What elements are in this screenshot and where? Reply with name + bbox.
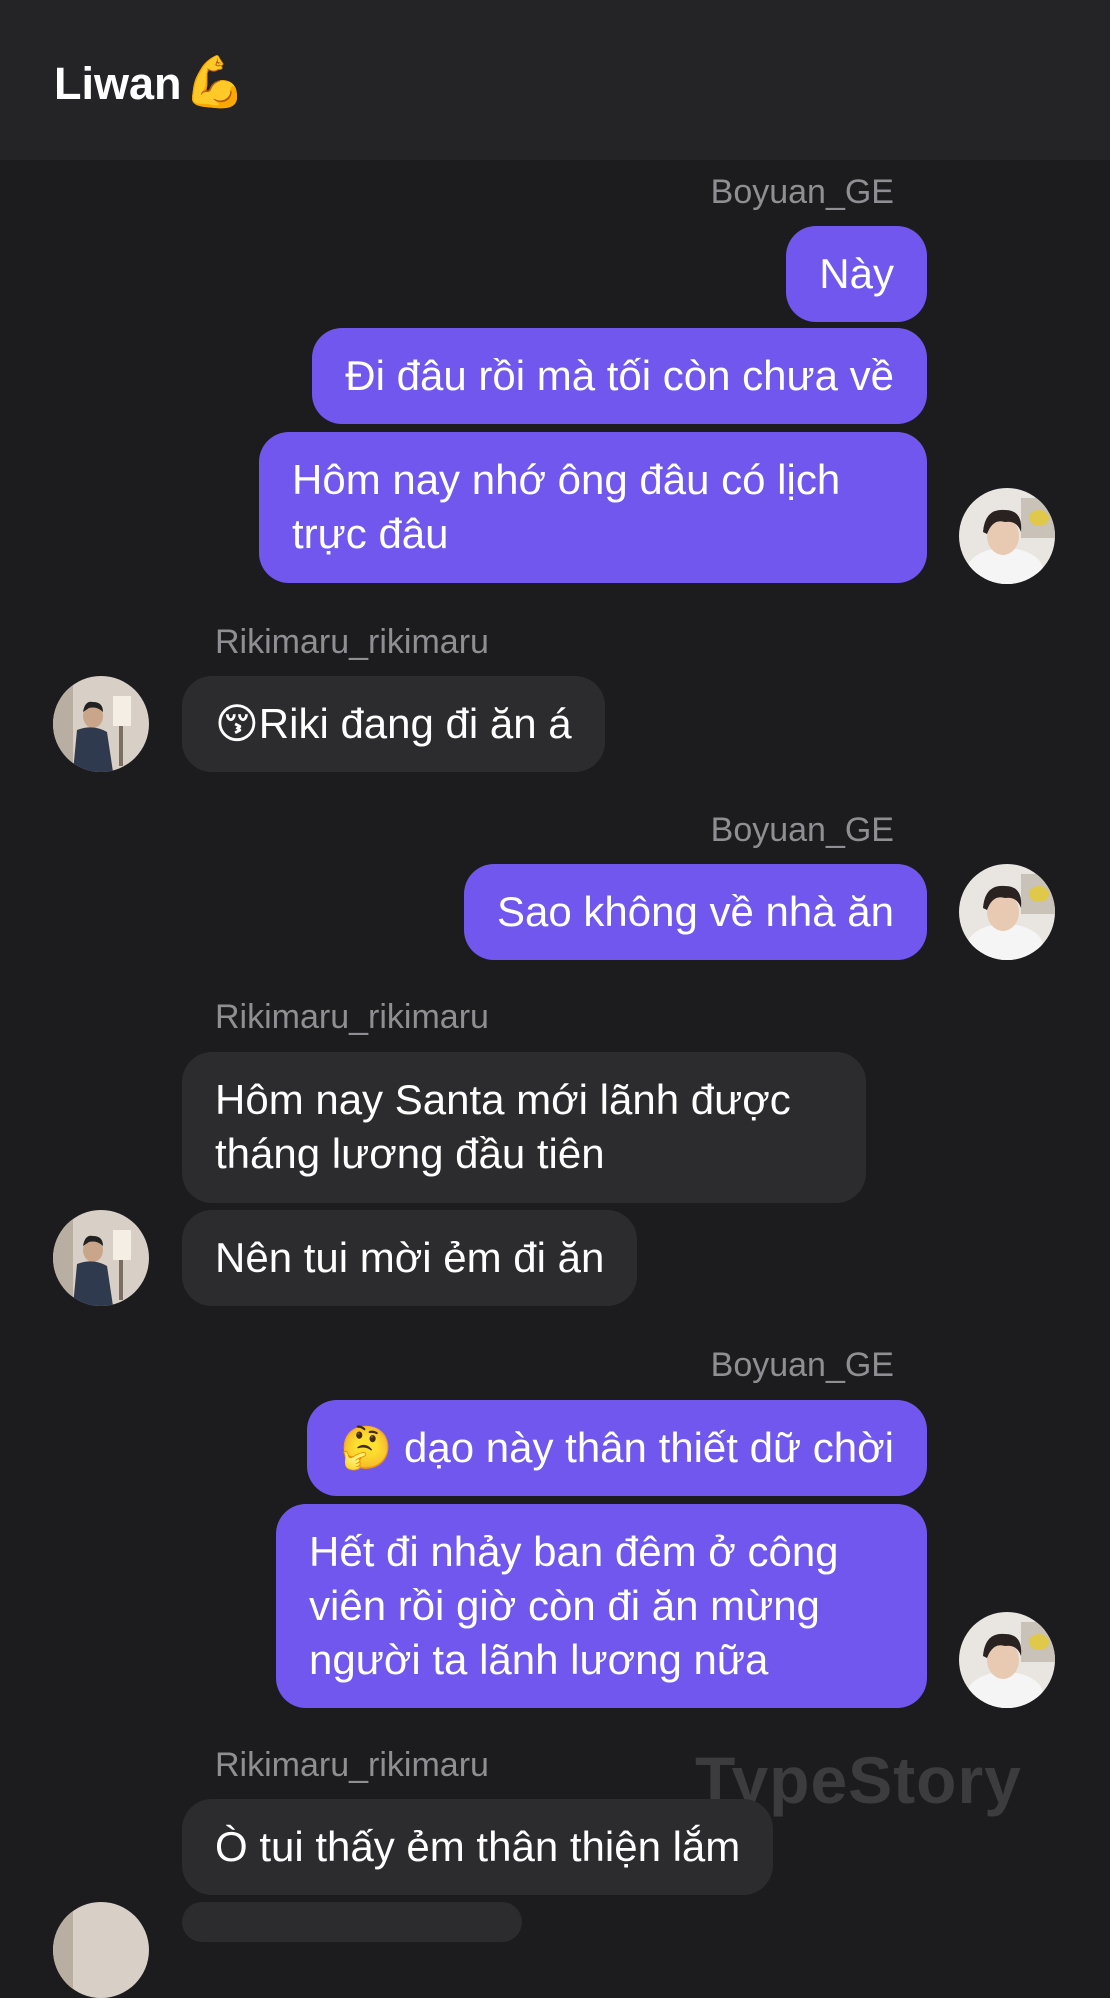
rikimaru-avatar[interactable] xyxy=(53,1902,149,1998)
sender-name: Rikimaru_rikimaru xyxy=(215,623,489,661)
incoming-message-bubble[interactable]: Hôm nay Santa mới lãnh được tháng lương … xyxy=(182,1052,866,1203)
boyuan-avatar[interactable] xyxy=(959,1612,1055,1708)
sender-name: Boyuan_GE xyxy=(710,811,894,849)
boyuan-avatar[interactable] xyxy=(959,488,1055,584)
boyuan-avatar-image xyxy=(959,864,1055,960)
sender-name: Rikimaru_rikimaru xyxy=(215,998,489,1036)
outgoing-message-bubble[interactable]: Sao không về nhà ăn xyxy=(464,864,927,960)
boyuan-avatar-image xyxy=(959,488,1055,584)
incoming-message-bubble[interactable]: Nên tui mời ẻm đi ăn xyxy=(182,1210,638,1306)
boyuan-avatar[interactable] xyxy=(959,864,1055,960)
rikimaru-avatar-image xyxy=(53,1210,149,1306)
incoming-message-bubble[interactable]: 😚Riki đang đi ăn á xyxy=(182,676,605,772)
sender-name: Boyuan_GE xyxy=(710,1346,894,1384)
outgoing-message-bubble[interactable]: Hôm nay nhớ ông đâu có lịch trực đâu xyxy=(259,432,927,583)
incoming-message-bubble-partial[interactable] xyxy=(182,1902,522,1942)
chat-title[interactable]: Liwan💪 xyxy=(54,50,246,116)
rikimaru-avatar-image xyxy=(53,1902,149,1998)
outgoing-message-bubble[interactable]: 🤔 dạo này thân thiết dữ chời xyxy=(307,1400,927,1496)
rikimaru-avatar[interactable] xyxy=(53,676,149,772)
boyuan-avatar-image xyxy=(959,1612,1055,1708)
flexed-biceps-icon: 💪 xyxy=(183,54,246,110)
sender-name: Boyuan_GE xyxy=(710,173,894,211)
chat-title-text: Liwan xyxy=(54,58,182,109)
rikimaru-avatar-image xyxy=(53,676,149,772)
outgoing-message-bubble[interactable]: Hết đi nhảy ban đêm ở công viên rồi giờ … xyxy=(276,1504,927,1708)
incoming-message-bubble[interactable]: Ò tui thấy ẻm thân thiện lắm xyxy=(182,1799,774,1895)
rikimaru-avatar[interactable] xyxy=(53,1210,149,1306)
chat-header: Liwan💪 xyxy=(0,0,1110,160)
outgoing-message-bubble[interactable]: Này xyxy=(786,226,927,322)
sender-name: Rikimaru_rikimaru xyxy=(215,1746,489,1784)
outgoing-message-bubble[interactable]: Đi đâu rồi mà tối còn chưa về xyxy=(312,328,927,424)
